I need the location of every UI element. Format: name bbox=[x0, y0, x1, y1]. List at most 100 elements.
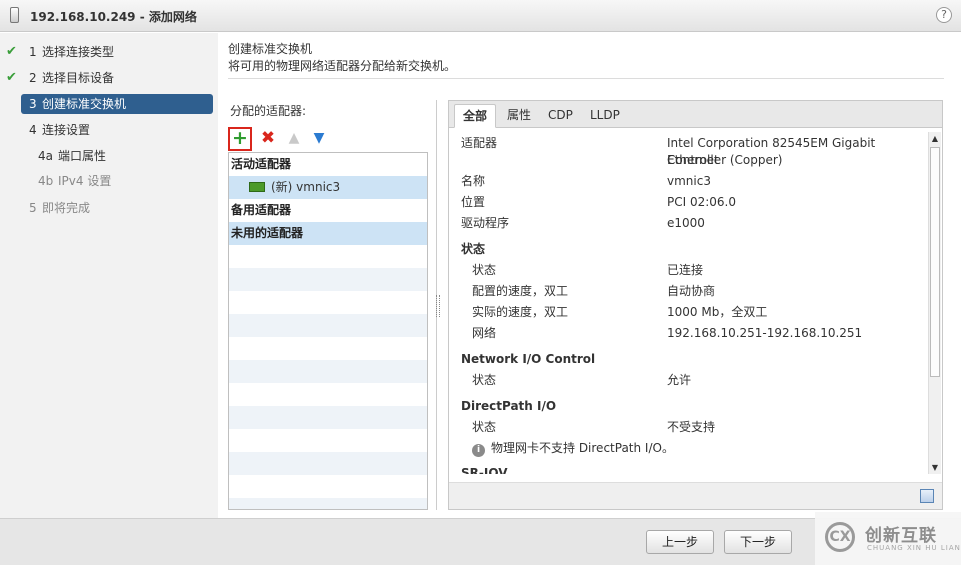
title-bar: 192.168.10.249 - 添加网络 ? bbox=[0, 0, 961, 32]
step-ready-to-complete: 5 即将完成 bbox=[0, 198, 218, 218]
remove-adapter-icon[interactable]: ✖ bbox=[256, 127, 280, 151]
adapter-name: (新) vmnic3 bbox=[271, 180, 341, 194]
checkmark-icon: ✔ bbox=[6, 70, 17, 85]
list-item bbox=[229, 406, 427, 429]
move-down-icon[interactable]: ▼ bbox=[307, 127, 331, 151]
adapter-item-vmnic3[interactable]: (新) vmnic3 bbox=[229, 176, 427, 199]
step-port-properties[interactable]: 4a 端口属性 bbox=[0, 146, 218, 166]
page-heading: 创建标准交换机 将可用的物理网络适配器分配给新交换机。 bbox=[228, 41, 456, 75]
list-item bbox=[229, 337, 427, 360]
step-create-standard-switch[interactable]: 3 创建标准交换机 bbox=[21, 94, 213, 114]
divider bbox=[228, 78, 944, 79]
step-connection-settings[interactable]: 4 连接设置 bbox=[0, 120, 218, 140]
configured-speed-label: 配置的速度，双工 bbox=[472, 284, 569, 298]
splitter-grip-icon[interactable] bbox=[436, 295, 440, 317]
list-item bbox=[229, 360, 427, 383]
list-item bbox=[229, 314, 427, 337]
status-value: 已连接 bbox=[667, 263, 704, 277]
scroll-down-icon[interactable]: ▼ bbox=[929, 461, 941, 474]
window-title: 192.168.10.249 - 添加网络 bbox=[30, 10, 197, 24]
details-footer bbox=[449, 482, 942, 509]
driver-value: e1000 bbox=[667, 216, 705, 230]
sriov-section-title: SR-IOV bbox=[461, 466, 508, 474]
nioc-status-label: 状态 bbox=[472, 373, 497, 387]
add-adapter-icon[interactable]: + bbox=[228, 127, 252, 151]
watermark-logo-icon: CX bbox=[825, 522, 855, 552]
step-label: 选择连接类型 bbox=[42, 45, 115, 59]
adapter-label: 适配器 bbox=[461, 136, 498, 150]
name-value: vmnic3 bbox=[667, 174, 711, 188]
group-active-adapters: 活动适配器 bbox=[231, 157, 292, 171]
status-label: 状态 bbox=[472, 263, 497, 277]
tab-all[interactable]: 全部 bbox=[454, 104, 497, 128]
configured-speed-value: 自动协商 bbox=[667, 284, 716, 298]
location-value: PCI 02:06.0 bbox=[667, 195, 736, 209]
step-label: 创建标准交换机 bbox=[42, 97, 127, 111]
step-label: 端口属性 bbox=[58, 149, 107, 163]
step-label: 即将完成 bbox=[42, 201, 91, 215]
adapter-value-line2: Controller (Copper) bbox=[667, 153, 783, 167]
info-icon: i bbox=[472, 444, 485, 457]
name-label: 名称 bbox=[461, 174, 486, 188]
step-number: 5 bbox=[29, 201, 37, 215]
step-number: 3 bbox=[29, 97, 37, 111]
checkmark-icon: ✔ bbox=[6, 44, 17, 59]
status-section-title: 状态 bbox=[461, 242, 486, 256]
watermark-text: 创新互联 bbox=[865, 526, 937, 546]
directpath-status-label: 状态 bbox=[472, 420, 497, 434]
directpath-status-value: 不受支持 bbox=[667, 420, 716, 434]
scroll-up-icon[interactable]: ▲ bbox=[929, 132, 941, 145]
group-standby-adapters: 备用适配器 bbox=[231, 203, 292, 217]
network-label: 网络 bbox=[472, 326, 497, 340]
step-label: 选择目标设备 bbox=[42, 71, 115, 85]
step-select-target-device[interactable]: ✔ 2 选择目标设备 bbox=[0, 68, 218, 88]
step-number: 4 bbox=[29, 123, 37, 137]
tab-cdp[interactable]: CDP bbox=[540, 104, 581, 128]
list-item bbox=[229, 268, 427, 291]
driver-label: 驱动程序 bbox=[461, 216, 510, 230]
step-number: 2 bbox=[29, 71, 37, 85]
list-item bbox=[229, 475, 427, 498]
list-item bbox=[229, 498, 427, 509]
step-label: 连接设置 bbox=[42, 123, 91, 137]
adapter-list: 活动适配器 (新) vmnic3 备用适配器 未用的适配器 bbox=[228, 152, 428, 510]
step-number: 1 bbox=[29, 45, 37, 59]
step-number: 4a bbox=[38, 149, 53, 163]
nioc-section-title: Network I/O Control bbox=[461, 352, 596, 366]
host-icon bbox=[10, 7, 19, 23]
wizard-steps: ✔ 1 选择连接类型 ✔ 2 选择目标设备 3 创建标准交换机 4 连接设置 4… bbox=[0, 33, 218, 518]
group-unused-adapters[interactable]: 未用的适配器 bbox=[229, 222, 427, 245]
export-icon[interactable] bbox=[920, 489, 934, 503]
tab-lldp[interactable]: LLDP bbox=[582, 104, 628, 128]
step-number: 4b bbox=[38, 174, 54, 188]
next-button[interactable]: 下一步 bbox=[724, 530, 792, 554]
nioc-status-value: 允许 bbox=[667, 373, 692, 387]
directpath-section-title: DirectPath I/O bbox=[461, 399, 557, 413]
watermark-subtext: CHUANG XIN HU LIAN bbox=[867, 544, 961, 552]
scroll-thumb[interactable] bbox=[930, 147, 940, 377]
directpath-note: i 物理网卡不支持 DirectPath I/O。 bbox=[472, 440, 674, 457]
list-item bbox=[229, 452, 427, 475]
details-content: 适配器 Intel Corporation 82545EM Gigabit Et… bbox=[449, 129, 929, 474]
list-item bbox=[229, 291, 427, 314]
directpath-note-text: 物理网卡不支持 DirectPath I/O。 bbox=[491, 441, 674, 455]
help-icon[interactable]: ? bbox=[936, 7, 952, 23]
back-button[interactable]: 上一步 bbox=[646, 530, 714, 554]
step-select-connection-type[interactable]: ✔ 1 选择连接类型 bbox=[0, 42, 218, 62]
step-label: IPv4 设置 bbox=[58, 174, 112, 188]
list-item bbox=[229, 245, 427, 268]
step-ipv4-settings: 4b IPv4 设置 bbox=[0, 171, 218, 191]
page-title: 创建标准交换机 bbox=[228, 42, 313, 56]
assigned-adapters-label: 分配的适配器: bbox=[230, 104, 307, 118]
list-item bbox=[229, 429, 427, 452]
network-value: 192.168.10.251-192.168.10.251 bbox=[667, 326, 863, 340]
adapter-details-panel: 全部 属性 CDP LLDP 适配器 Intel Corporation 825… bbox=[448, 100, 943, 510]
move-up-icon[interactable]: ▲ bbox=[282, 127, 306, 151]
details-scrollbar[interactable]: ▲ ▼ bbox=[928, 132, 941, 474]
tab-properties[interactable]: 属性 bbox=[499, 104, 539, 128]
watermark-logo: CX 创新互联 CHUANG XIN HU LIAN bbox=[815, 512, 961, 565]
detail-tabs: 全部 属性 CDP LLDP bbox=[449, 101, 942, 128]
network-card-icon bbox=[249, 181, 265, 192]
actual-speed-label: 实际的速度，双工 bbox=[472, 305, 569, 319]
actual-speed-value: 1000 Mb，全双工 bbox=[667, 305, 768, 319]
